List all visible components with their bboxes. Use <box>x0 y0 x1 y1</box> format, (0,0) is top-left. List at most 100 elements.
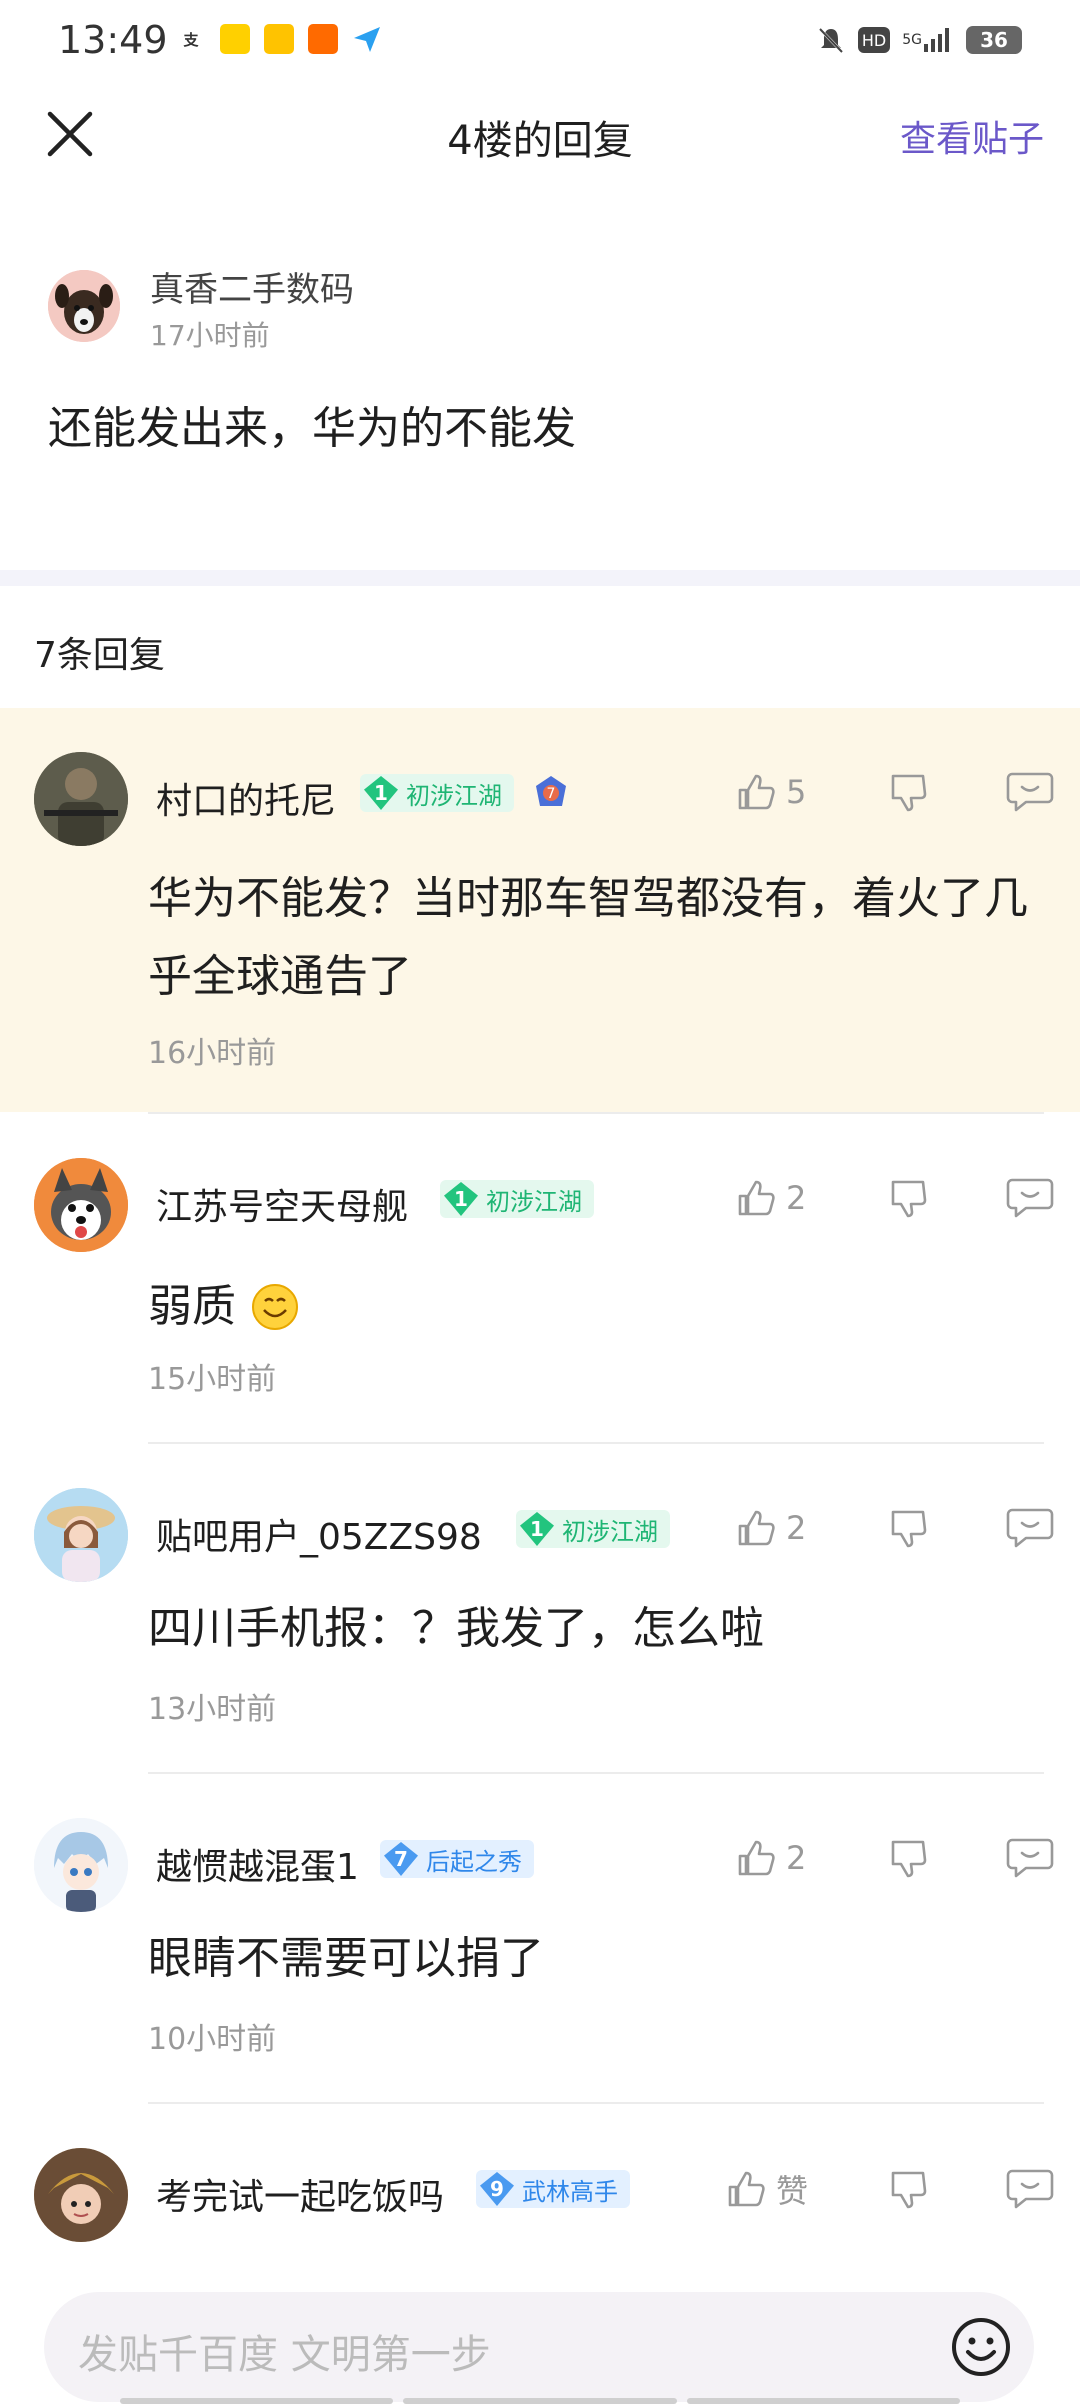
level-number: 7 <box>384 1842 418 1876</box>
reply-username[interactable]: 村口的托尼 <box>156 772 336 824</box>
level-number: 9 <box>480 2172 514 2206</box>
level-badge: 9 武林高手 <box>476 2170 630 2208</box>
member-badge-icon: 7 <box>532 774 570 812</box>
reply-username[interactable]: 考完试一起吃饭吗 <box>156 2168 444 2220</box>
like-button[interactable]: 赞 <box>724 2166 874 2212</box>
girl-avatar-icon <box>34 1488 128 1582</box>
dislike-button[interactable] <box>864 770 954 814</box>
reply-content: 弱质 <box>148 1268 1050 1346</box>
like-count: 2 <box>786 1179 807 1217</box>
level-number: 1 <box>444 1182 478 1216</box>
like-label: 赞 <box>776 2172 809 2210</box>
level-title: 初涉江湖 <box>406 781 502 810</box>
level-badge: 1 初涉江湖 <box>440 1180 594 1218</box>
soldier-avatar-icon <box>34 752 128 846</box>
mute-bell-icon <box>816 24 846 56</box>
comment-button[interactable] <box>954 2167 1054 2211</box>
level-badge: 1 初涉江湖 <box>516 1510 670 1548</box>
reply-actions: 2 <box>734 1506 1054 1550</box>
reply-item: 贴吧用户_05ZZS98 1 初涉江湖 2 四川手机报：？我发了，怎么啦 13小… <box>0 1444 1080 1774</box>
like-button[interactable]: 2 <box>734 1836 874 1880</box>
battery-icon: 36 <box>966 26 1022 54</box>
comment-button[interactable] <box>954 770 1054 814</box>
like-button[interactable]: 2 <box>734 1506 874 1550</box>
level-number: 1 <box>364 776 398 810</box>
level-title: 后起之秀 <box>426 1847 522 1876</box>
reply-count: 7条回复 <box>34 635 165 676</box>
reply-username[interactable]: 越惯越混蛋1 <box>156 1838 359 1890</box>
reply-input[interactable]: 发贴千百度 文明第一步 <box>44 2292 1034 2402</box>
svg-text:7: 7 <box>547 786 556 802</box>
comment-bubble-icon <box>1006 1838 1054 1878</box>
thumbs-up-icon <box>738 1180 775 1216</box>
dislike-button[interactable] <box>864 1836 954 1880</box>
level-title: 初涉江湖 <box>562 1517 658 1546</box>
avatar[interactable] <box>34 1488 128 1582</box>
reply-input-placeholder: 发贴千百度 文明第一步 <box>78 2332 491 2378</box>
share-arrow-icon <box>352 24 382 54</box>
like-count: 2 <box>786 1839 807 1877</box>
like-button[interactable]: 2 <box>734 1176 874 1220</box>
reply-item: 江苏号空天母舰 1 初涉江湖 2 弱质 15小时前 <box>0 1114 1080 1444</box>
like-button[interactable]: 5 <box>734 770 874 814</box>
thumbs-down-icon <box>891 2171 927 2209</box>
anime-boy-avatar-icon <box>34 1818 128 1912</box>
thumbs-up-icon <box>738 774 775 810</box>
dog-avatar-icon <box>48 270 120 342</box>
reply-content: 眼睛不需要可以捐了 <box>148 1933 544 1984</box>
reply-timestamp: 16小时前 <box>148 1036 277 1071</box>
thumbs-down-icon <box>891 1510 927 1548</box>
comment-button[interactable] <box>954 1176 1054 1220</box>
taobao-flash-icon <box>308 24 338 54</box>
reply-username[interactable]: 贴吧用户_05ZZS98 <box>156 1508 482 1560</box>
meituan-icon <box>264 24 294 54</box>
avatar[interactable] <box>34 1158 128 1252</box>
view-post-link[interactable]: 查看贴子 <box>900 110 1044 162</box>
avatar[interactable] <box>34 1818 128 1912</box>
notification-icons: 支 <box>176 24 382 54</box>
thumbs-up-icon <box>728 2171 765 2207</box>
op-username[interactable]: 真香二手数码 <box>150 262 354 311</box>
emoji-button[interactable] <box>946 2312 1016 2382</box>
reply-item: 考完试一起吃饭吗 9 武林高手 赞 <box>0 2104 1080 2272</box>
reply-timestamp: 10小时前 <box>148 2022 277 2057</box>
hd-icon: HD <box>857 27 891 53</box>
like-count: 5 <box>786 773 807 811</box>
op-timestamp: 17小时前 <box>150 319 270 352</box>
comment-button[interactable] <box>954 1506 1054 1550</box>
alipay-icon: 支 <box>183 30 199 49</box>
reply-actions: 赞 <box>724 2166 1054 2212</box>
reply-input-bar: 发贴千百度 文明第一步 <box>0 2272 1080 2408</box>
dislike-button[interactable] <box>864 2167 954 2211</box>
comment-button[interactable] <box>954 1836 1054 1880</box>
reply-item: 村口的托尼 1 初涉江湖 7 5 华为不能发？当时那车智驾都没有，着火了几乎全球… <box>0 708 1080 1112</box>
home-indicator <box>120 2398 960 2404</box>
signal-icon: 5G <box>902 24 954 56</box>
op-content: 还能发出来，华为的不能发 <box>48 403 576 454</box>
level-title: 武林高手 <box>522 2177 618 2206</box>
level-title: 初涉江湖 <box>486 1187 582 1216</box>
dislike-button[interactable] <box>864 1506 954 1550</box>
avatar[interactable] <box>34 2148 128 2242</box>
comment-bubble-icon <box>1006 2169 1054 2209</box>
dislike-button[interactable] <box>864 1176 954 1220</box>
avatar[interactable] <box>34 752 128 846</box>
system-icons: HD 5G 36 <box>816 24 1022 56</box>
thumbs-down-icon <box>891 774 927 812</box>
network-type: 5G <box>902 32 922 48</box>
thumbs-up-icon <box>738 1510 775 1546</box>
emoji-smile-icon <box>952 2318 1010 2376</box>
status-time: 13:49 <box>58 18 168 62</box>
reply-text: 弱质 <box>148 1281 236 1332</box>
reply-timestamp: 15小时前 <box>148 1362 277 1397</box>
reply-actions: 2 <box>734 1836 1054 1880</box>
warrior-avatar-icon <box>34 2148 128 2242</box>
status-bar: 13:49 支 HD 5G 36 <box>0 0 1080 84</box>
reply-actions: 2 <box>734 1176 1054 1220</box>
avatar[interactable] <box>48 270 120 342</box>
thumbs-up-icon <box>738 1840 775 1876</box>
reply-content: 四川手机报：？我发了，怎么啦 <box>148 1603 764 1654</box>
smile-emoji-icon <box>252 1284 298 1330</box>
level-number: 1 <box>520 1512 554 1546</box>
reply-username[interactable]: 江苏号空天母舰 <box>156 1178 408 1230</box>
